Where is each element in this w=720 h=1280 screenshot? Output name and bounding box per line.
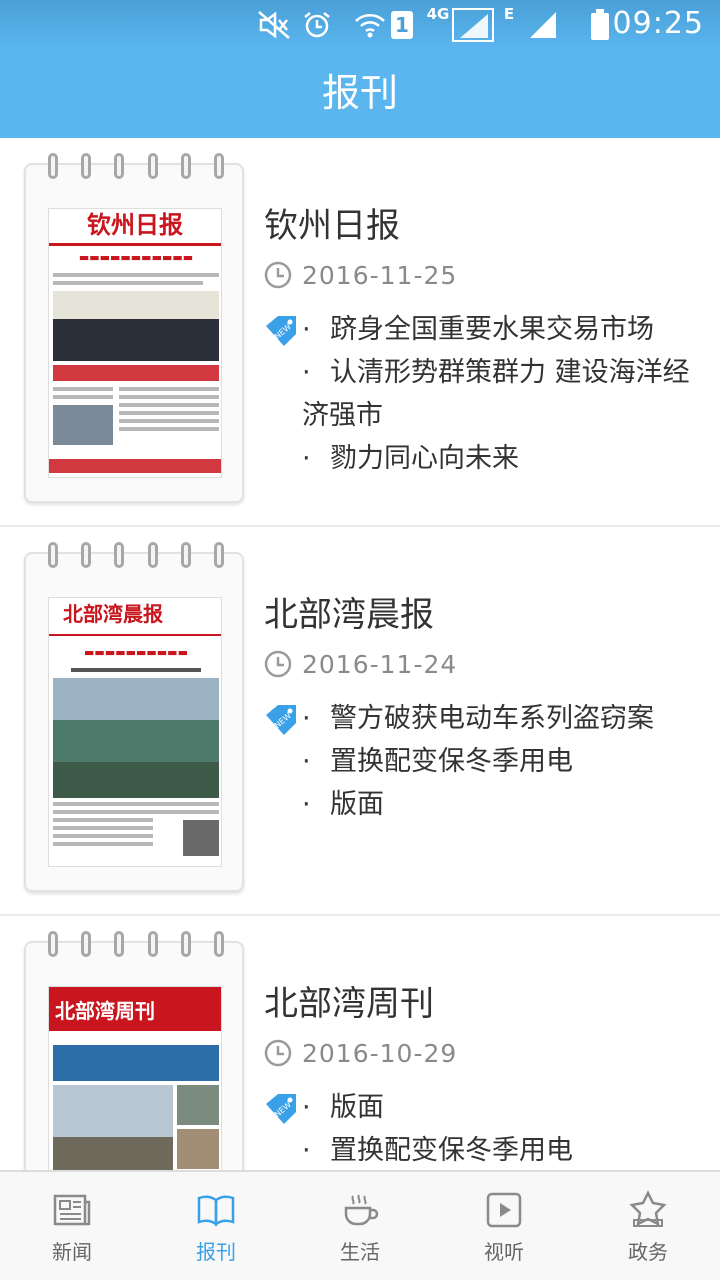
newspaper-item[interactable]: 北部湾晨报 ▬▬▬▬▬▬▬▬▬▬ 北部湾晨报 2016-11-24 NEW · …: [0, 527, 720, 916]
tab-newspapers[interactable]: 报刊: [144, 1172, 288, 1280]
app-header: 1 4G E 09:25 报刊: [0, 0, 720, 138]
headline-item[interactable]: · 版面: [302, 783, 694, 826]
network2-type-label: E: [503, 5, 515, 23]
newspaper-front-page: 钦州日报 ▬▬▬▬▬▬▬▬▬▬▬: [48, 208, 222, 478]
signal-icon: [452, 8, 494, 42]
notepad-rings: [48, 542, 224, 572]
publish-date: 2016-11-24: [302, 649, 458, 679]
tab-news[interactable]: 新闻: [0, 1172, 144, 1280]
network-type-label: 4G: [426, 5, 450, 23]
new-tag-icon: NEW: [264, 1092, 298, 1128]
headline-list: · 版面 · 置换配变保冬季用电: [302, 1086, 694, 1170]
tab-label: 政务: [628, 1240, 668, 1264]
status-time: 09:25: [612, 6, 704, 41]
newspaper-front-page: 北部湾晨报 ▬▬▬▬▬▬▬▬▬▬: [48, 597, 222, 867]
newspaper-front-page: 北部湾周刊: [48, 986, 222, 1170]
newspaper-name[interactable]: 北部湾周刊: [264, 976, 434, 1025]
headline-item[interactable]: · 版面: [302, 1086, 694, 1129]
tab-media[interactable]: 视听: [432, 1172, 576, 1280]
sim-icon: 1: [390, 8, 414, 42]
tab-label: 新闻: [52, 1240, 92, 1264]
signal-icon: [528, 8, 558, 42]
bottom-tab-bar: 新闻 报刊 生活 视听 政务: [0, 1170, 720, 1280]
book-icon: [197, 1195, 235, 1227]
wifi-icon: [352, 8, 388, 42]
sim-number: 1: [391, 11, 413, 39]
newspaper-icon: [53, 1194, 91, 1226]
newspaper-thumbnail[interactable]: 钦州日报 ▬▬▬▬▬▬▬▬▬▬▬: [24, 153, 244, 503]
new-tag-icon: NEW: [264, 703, 298, 739]
headline-item[interactable]: · 跻身全国重要水果交易市场: [302, 308, 694, 351]
coffee-cup-icon: [344, 1194, 379, 1226]
publish-date-row: 2016-10-29: [264, 1038, 457, 1068]
notepad-rings: [48, 931, 224, 961]
headline-list: · 警方破获电动车系列盗窃案 · 置换配变保冬季用电 · 版面: [302, 697, 694, 826]
headline-item[interactable]: · 置换配变保冬季用电: [302, 740, 694, 783]
tab-label: 生活: [340, 1240, 380, 1264]
newspaper-masthead: 钦州日报: [87, 210, 183, 239]
clock-icon: [264, 1039, 292, 1067]
newspaper-masthead: 北部湾周刊: [55, 999, 155, 1023]
newspaper-list[interactable]: 钦州日报 ▬▬▬▬▬▬▬▬▬▬▬ 钦州日报 2016-11-25 NEW · 跻…: [0, 138, 720, 1170]
headline-item[interactable]: · 认清形势群策群力 建设海洋经济强市: [302, 351, 694, 437]
publish-date: 2016-10-29: [302, 1038, 458, 1068]
newspaper-name[interactable]: 钦州日报: [264, 198, 400, 247]
newspaper-item[interactable]: 钦州日报 ▬▬▬▬▬▬▬▬▬▬▬ 钦州日报 2016-11-25 NEW · 跻…: [0, 138, 720, 527]
newspaper-masthead: 北部湾晨报: [63, 602, 163, 626]
headline-list: · 跻身全国重要水果交易市场 · 认清形势群策群力 建设海洋经济强市 · 勠力同心向未…: [302, 308, 694, 480]
headline-item[interactable]: · 置换配变保冬季用电: [302, 1129, 694, 1170]
publish-date: 2016-11-25: [302, 260, 458, 290]
headline-item[interactable]: · 警方破获电动车系列盗窃案: [302, 697, 694, 740]
tab-life[interactable]: 生活: [288, 1172, 432, 1280]
battery-icon: [588, 8, 612, 42]
newspaper-thumbnail[interactable]: 北部湾晨报 ▬▬▬▬▬▬▬▬▬▬: [24, 542, 244, 892]
status-bar: 1 4G E 09:25: [0, 0, 720, 50]
alarm-icon: [300, 8, 334, 42]
new-tag-icon: NEW: [264, 314, 298, 350]
play-icon: [486, 1192, 522, 1228]
clock-icon: [264, 650, 292, 678]
tab-government[interactable]: 政务: [576, 1172, 720, 1280]
notepad-rings: [48, 153, 224, 183]
front-page-headline: ▬▬▬▬▬▬▬▬▬▬▬: [78, 251, 194, 264]
tab-label: 视听: [484, 1240, 524, 1264]
page-title: 报刊: [321, 71, 398, 115]
mute-icon: [254, 8, 294, 42]
newspaper-name[interactable]: 北部湾晨报: [264, 587, 434, 636]
tab-label: 报刊: [196, 1240, 236, 1264]
headline-item[interactable]: · 勠力同心向未来: [302, 437, 694, 480]
newspaper-thumbnail[interactable]: 北部湾周刊: [24, 931, 244, 1170]
publish-date-row: 2016-11-25: [264, 260, 457, 290]
publish-date-row: 2016-11-24: [264, 649, 457, 679]
star-icon: [629, 1190, 667, 1227]
newspaper-item[interactable]: 北部湾周刊 北部湾周刊 2016-10-29 NEW · 版面 · 置换配变保冬季用…: [0, 916, 720, 1170]
clock-icon: [264, 261, 292, 289]
